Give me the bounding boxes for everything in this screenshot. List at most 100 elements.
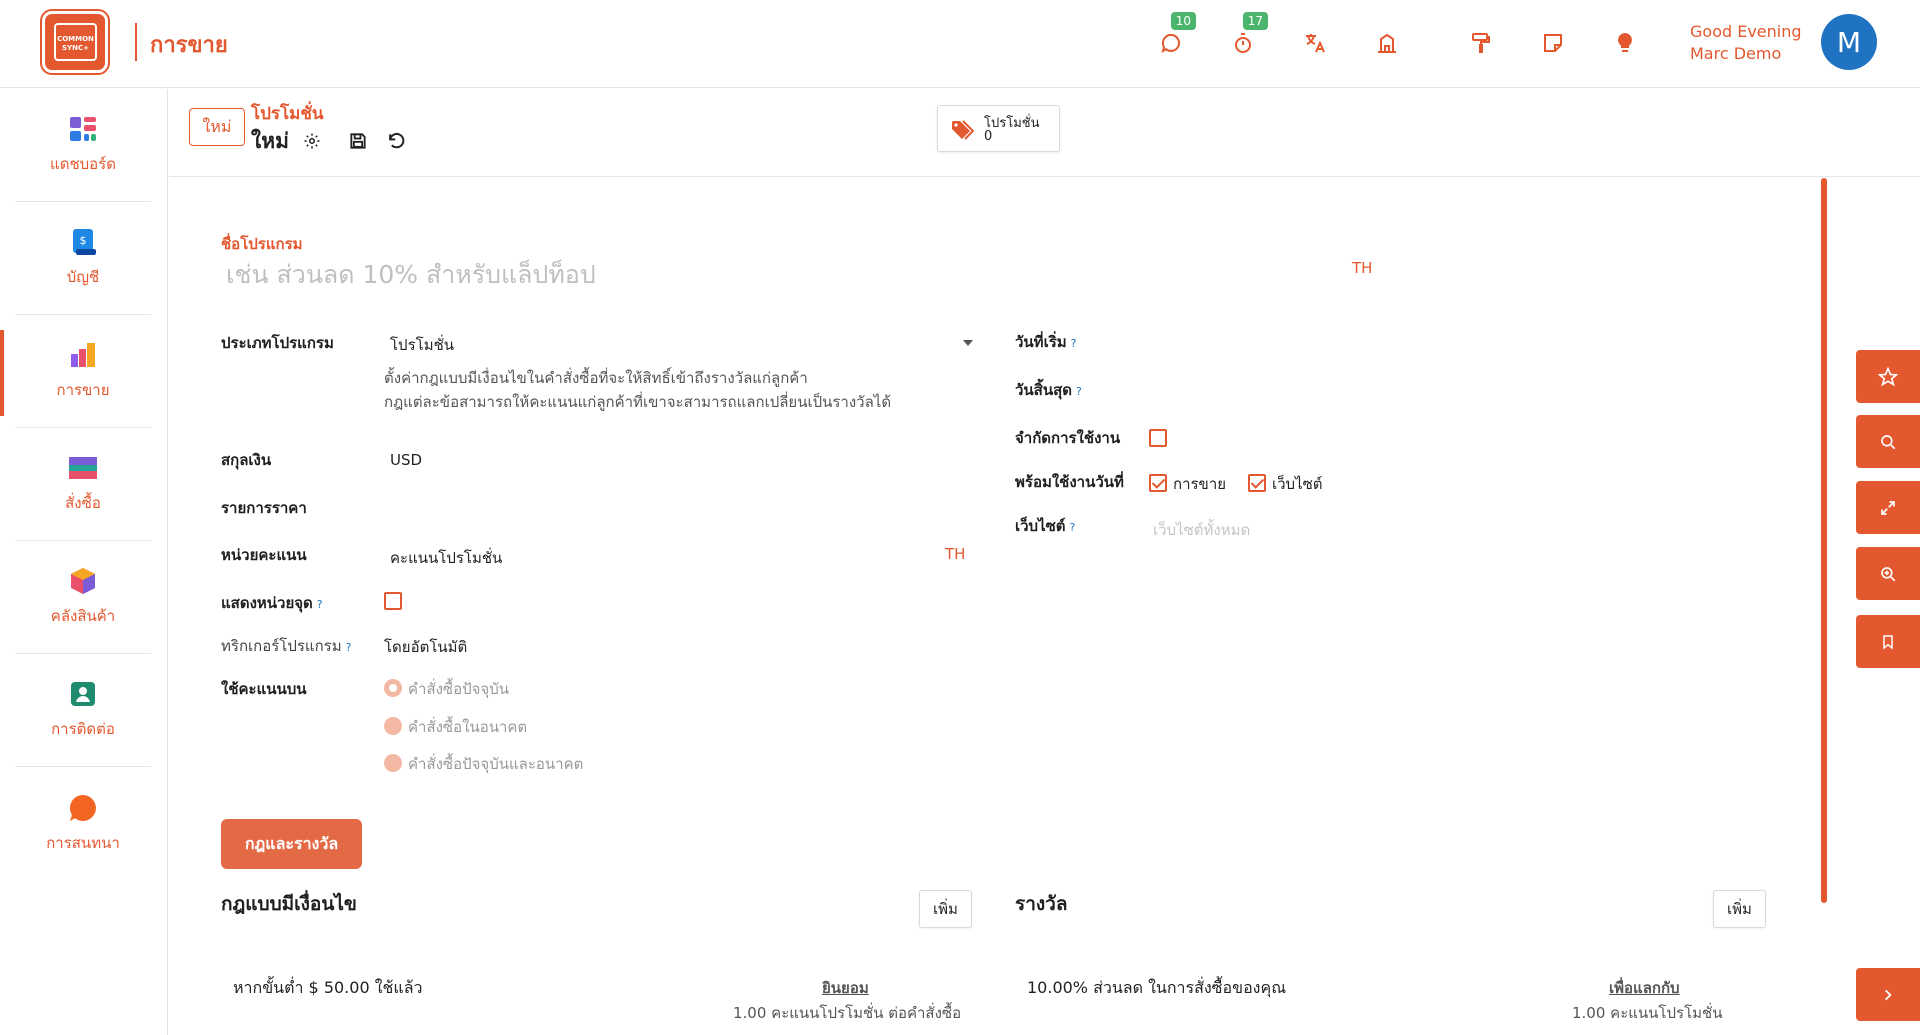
sidebar-item-purchase[interactable]: สั่งซื้อ bbox=[15, 428, 151, 541]
add-rule-button[interactable]: เพิ่ม bbox=[919, 890, 972, 928]
program-name-language[interactable]: TH bbox=[1352, 259, 1372, 277]
tab-rules-rewards[interactable]: กฎและรางวัล bbox=[221, 819, 362, 869]
trigger-label: ทริกเกอร์โปรแกรม? bbox=[221, 634, 351, 658]
rule-grant-link[interactable]: ยินยอม bbox=[822, 976, 869, 1000]
show-points-checkbox[interactable] bbox=[384, 592, 402, 610]
company-button[interactable] bbox=[1372, 28, 1402, 58]
start-date-label: วันที่เริ่ม? bbox=[1015, 330, 1076, 354]
user-greeting[interactable]: Good Evening Marc Demo bbox=[1690, 21, 1802, 65]
pricelist-field[interactable] bbox=[390, 496, 960, 516]
activities-button[interactable]: 17 bbox=[1228, 12, 1268, 58]
radio-label: คำสั่งซื้อปัจจุบัน bbox=[408, 680, 510, 698]
record-settings-button[interactable] bbox=[300, 129, 324, 153]
expand-button[interactable] bbox=[1856, 481, 1920, 534]
gear-icon bbox=[304, 133, 320, 149]
limit-usage-checkbox[interactable] bbox=[1149, 429, 1167, 447]
program-type-label: ประเภทโปรแกรม bbox=[221, 334, 334, 352]
logo-text: COMMON SYNC+ bbox=[54, 23, 97, 61]
rule-description: หากขั้นต่ำ $ 50.00 ใช้แล้ว bbox=[233, 978, 423, 997]
star-icon bbox=[1878, 366, 1898, 386]
currency-field[interactable]: USD bbox=[390, 451, 422, 469]
point-unit-language[interactable]: TH bbox=[945, 545, 965, 563]
app-logo[interactable]: COMMON SYNC+ bbox=[42, 11, 108, 73]
label-text: เว็บไซต์ bbox=[1015, 517, 1066, 535]
control-panel: ใหม่ โปรโมชั่น ใหม่ โปรโมชั่น 0 bbox=[169, 89, 1920, 177]
search-button[interactable] bbox=[1856, 415, 1920, 468]
point-unit-field[interactable]: คะแนนโปรโมชั่น bbox=[390, 546, 502, 570]
breadcrumb-parent[interactable]: โปรโมชั่น bbox=[251, 100, 324, 127]
apply-future-radio[interactable] bbox=[384, 717, 402, 735]
promotions-smart-button[interactable]: โปรโมชั่น 0 bbox=[937, 105, 1060, 152]
sales-icon bbox=[71, 343, 95, 367]
app-title: การขาย bbox=[150, 33, 228, 58]
discard-button[interactable] bbox=[384, 129, 408, 153]
smart-button-label: โปรโมชั่น bbox=[984, 116, 1040, 131]
apply-current-radio[interactable] bbox=[384, 679, 402, 697]
pricelist-label: รายการราคา bbox=[221, 499, 307, 517]
reward-exchange-link[interactable]: เพื่อแลกกับ bbox=[1609, 976, 1680, 1000]
available-website-checkbox[interactable] bbox=[1248, 474, 1266, 492]
save-button[interactable] bbox=[346, 129, 370, 153]
help-tooltip-icon[interactable]: ? bbox=[1076, 385, 1082, 398]
app-divider bbox=[135, 23, 137, 61]
messages-button[interactable]: 10 bbox=[1156, 12, 1196, 58]
notes-button[interactable] bbox=[1538, 28, 1568, 58]
chat-bubble-icon bbox=[1161, 34, 1180, 54]
app-sidebar: แดชบอร์ด $ บัญชี การขาย สั่งซื้อ คลังสิน… bbox=[0, 89, 168, 1035]
end-date-field[interactable] bbox=[1150, 378, 1370, 398]
rewards-title: รางวัล bbox=[1015, 893, 1068, 915]
checkbox-label: เว็บไซต์ bbox=[1272, 475, 1323, 493]
apply-both-radio[interactable] bbox=[384, 754, 402, 772]
program-type-help: ตั้งค่ากฎแบบมีเงื่อนไขในคำสั่งซื้อที่จะใ… bbox=[384, 366, 891, 414]
accounting-icon: $ bbox=[73, 229, 96, 255]
conditional-rules-title: กฎแบบมีเงื่อนไข bbox=[221, 893, 357, 915]
form-scrollbar[interactable] bbox=[1821, 178, 1827, 903]
help-tooltip-icon[interactable]: ? bbox=[317, 598, 323, 611]
chevron-down-icon[interactable] bbox=[963, 340, 973, 346]
language-button[interactable] bbox=[1300, 28, 1330, 58]
sidebar-item-contacts[interactable]: การติดต่อ bbox=[15, 654, 151, 767]
sidebar-item-accounting[interactable]: $ บัญชี bbox=[15, 202, 151, 315]
paint-button[interactable] bbox=[1466, 28, 1496, 58]
point-unit-label: หน่วยคะแนน bbox=[221, 546, 307, 564]
expand-icon bbox=[1881, 500, 1895, 515]
sidebar-item-sales[interactable]: การขาย bbox=[15, 315, 151, 428]
translate-icon bbox=[1306, 34, 1325, 53]
program-name-input[interactable] bbox=[226, 256, 1336, 292]
sidebar-item-dashboard[interactable]: แดชบอร์ด bbox=[15, 89, 151, 202]
new-button[interactable]: ใหม่ bbox=[189, 108, 245, 146]
help-tooltip-icon[interactable]: ? bbox=[1071, 337, 1077, 350]
sidebar-item-discuss[interactable]: การสนทนา bbox=[15, 767, 151, 880]
trigger-field[interactable]: โดยอัตโนมัติ bbox=[384, 635, 467, 659]
avatar[interactable]: M bbox=[1821, 14, 1877, 70]
program-type-select[interactable]: โปรโมชั่น bbox=[390, 333, 454, 357]
add-reward-button[interactable]: เพิ่ม bbox=[1713, 890, 1766, 928]
sidebar-item-label: การติดต่อ bbox=[51, 720, 115, 738]
website-field[interactable]: เว็บไซต์ทั้งหมด bbox=[1153, 518, 1250, 542]
sidebar-item-inventory[interactable]: คลังสินค้า bbox=[15, 541, 151, 654]
bookmark-icon bbox=[1883, 634, 1893, 650]
sidebar-item-label: การสนทนา bbox=[46, 833, 120, 852]
help-tooltip-icon[interactable]: ? bbox=[1070, 521, 1076, 534]
available-sales-checkbox[interactable] bbox=[1149, 474, 1167, 492]
dashboard-icon bbox=[70, 117, 96, 141]
tips-button[interactable] bbox=[1610, 28, 1640, 58]
show-points-label: แสดงหน่วยจุด? bbox=[221, 591, 323, 615]
messages-badge: 10 bbox=[1170, 12, 1196, 30]
breadcrumb-current: ใหม่ bbox=[251, 129, 289, 153]
next-panel-button[interactable] bbox=[1856, 968, 1920, 1021]
limit-usage-label: จำกัดการใช้งาน bbox=[1015, 429, 1121, 447]
start-date-field[interactable] bbox=[1150, 330, 1370, 350]
label-text: วันสิ้นสุด bbox=[1015, 381, 1072, 399]
checkbox-label: การขาย bbox=[1173, 475, 1227, 493]
undo-icon bbox=[389, 133, 405, 149]
favorite-button[interactable] bbox=[1856, 350, 1920, 403]
radio-label: คำสั่งซื้อปัจจุบันและอนาคต bbox=[408, 755, 584, 773]
bookmark-button[interactable] bbox=[1856, 615, 1920, 668]
purchase-icon bbox=[69, 457, 97, 479]
help-tooltip-icon[interactable]: ? bbox=[346, 641, 352, 654]
zoom-button[interactable] bbox=[1856, 547, 1920, 600]
currency-label: สกุลเงิน bbox=[221, 451, 272, 469]
end-date-label: วันสิ้นสุด? bbox=[1015, 378, 1082, 402]
apply-on-label: ใช้คะแนนบน bbox=[221, 680, 307, 698]
